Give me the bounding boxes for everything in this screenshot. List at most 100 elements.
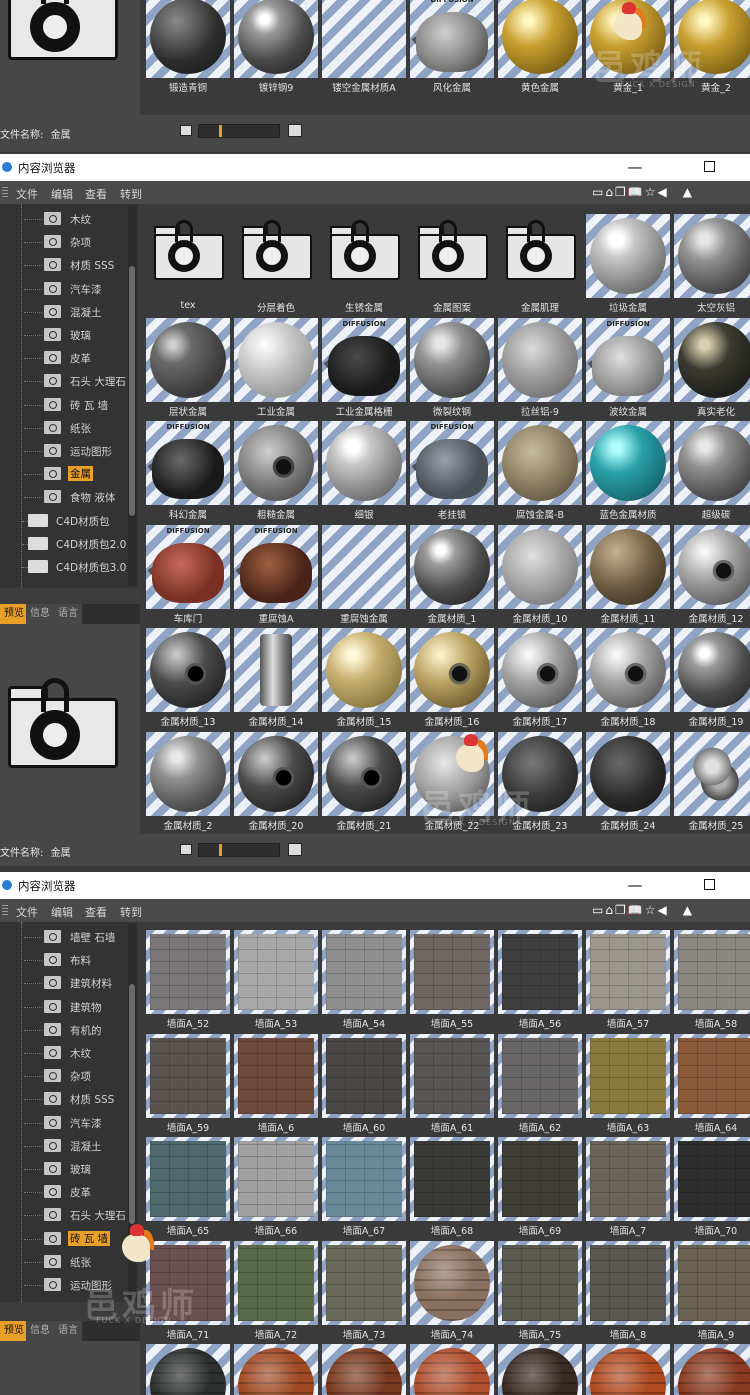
material-thumbnail[interactable] (234, 0, 318, 78)
material-thumbnail[interactable] (410, 628, 494, 712)
material-thumbnail[interactable] (586, 421, 670, 505)
material-thumbnail[interactable] (146, 1344, 230, 1395)
material-thumbnail[interactable]: DIFFUSION (146, 421, 230, 505)
material-thumbnail[interactable] (146, 317, 230, 402)
menu-view[interactable]: 查看 (85, 186, 107, 202)
back-icon[interactable]: ◀ (657, 903, 668, 917)
material-thumbnail[interactable] (234, 317, 318, 402)
material-thumbnail[interactable]: DIFFUSION (410, 0, 494, 78)
material-thumbnail[interactable] (586, 930, 670, 1014)
tab-info[interactable]: 信息 (26, 1321, 55, 1341)
menu-goto[interactable]: 转到 (120, 904, 142, 920)
tree-item[interactable]: 皮革 (0, 348, 128, 368)
tree-item[interactable]: 木纹 (0, 1043, 128, 1063)
tree-item[interactable]: 混凝土 (0, 1136, 128, 1156)
tree-item[interactable]: 汽车漆 (0, 279, 128, 299)
material-thumbnail[interactable] (146, 628, 230, 712)
tree-item[interactable]: 建筑物 (0, 997, 128, 1017)
up-icon[interactable]: ▲ (683, 903, 694, 917)
up-icon[interactable]: ▲ (683, 185, 694, 199)
tree-item[interactable]: 建筑材料 (0, 973, 128, 993)
copy-icon[interactable]: ❐ (615, 903, 628, 917)
tab-preview[interactable]: 预览 (0, 604, 29, 624)
edit-icon[interactable]: ▭ (592, 185, 605, 199)
material-thumbnail[interactable] (234, 731, 318, 816)
book-icon[interactable]: 📖 (628, 903, 645, 917)
large-thumbnail-icon[interactable] (288, 124, 302, 137)
minimize-button[interactable]: — (626, 157, 644, 177)
material-thumbnail[interactable] (410, 1033, 494, 1118)
small-thumbnail-icon[interactable] (180, 125, 192, 136)
tree-item[interactable]: 纸张 (0, 1252, 128, 1272)
material-thumbnail[interactable]: DIFFUSION (146, 524, 230, 609)
material-thumbnail[interactable] (674, 524, 750, 609)
material-thumbnail[interactable] (234, 214, 318, 298)
tree-item[interactable]: 皮革 (0, 1182, 128, 1202)
material-thumbnail[interactable] (586, 731, 670, 816)
material-thumbnail[interactable]: DIFFUSION (586, 317, 670, 402)
material-thumbnail[interactable] (410, 1344, 494, 1395)
material-thumbnail[interactable] (410, 317, 494, 402)
tree-item[interactable]: 杂项 (0, 232, 128, 252)
material-thumbnail[interactable] (674, 930, 750, 1014)
menu-edit[interactable]: 编辑 (51, 904, 73, 920)
tree-item[interactable]: 墙壁 石墙 (0, 927, 128, 947)
menu-goto[interactable]: 转到 (120, 186, 142, 202)
copy-icon[interactable]: ❐ (615, 185, 628, 199)
material-thumbnail[interactable] (322, 1344, 406, 1395)
back-icon[interactable]: ◀ (657, 185, 668, 199)
home-icon[interactable]: ⌂ (605, 185, 615, 199)
tree-item[interactable]: 石头 大理石 (0, 1205, 128, 1225)
tree-item[interactable]: 汽车漆 (0, 1113, 128, 1133)
material-thumbnail[interactable] (322, 421, 406, 505)
star-icon[interactable]: ☆ (645, 903, 658, 917)
material-thumbnail[interactable] (498, 421, 582, 505)
tree-item[interactable]: 金属 (0, 464, 128, 484)
material-thumbnail[interactable] (674, 421, 750, 505)
material-thumbnail[interactable] (410, 1137, 494, 1221)
material-thumbnail[interactable] (322, 731, 406, 816)
material-thumbnail[interactable] (498, 317, 582, 402)
material-thumbnail[interactable] (234, 1344, 318, 1395)
material-thumbnail[interactable] (674, 1033, 750, 1118)
material-thumbnail[interactable] (586, 1033, 670, 1118)
material-thumbnail[interactable] (322, 0, 406, 78)
tree-item[interactable]: 玻璃 (0, 1159, 128, 1179)
book-icon[interactable]: 📖 (628, 185, 645, 199)
home-icon[interactable]: ⌂ (605, 903, 615, 917)
material-thumbnail[interactable] (674, 1344, 750, 1395)
tree-item[interactable]: 布料 (0, 950, 128, 970)
material-thumbnail[interactable]: DIFFUSION (410, 421, 494, 505)
tab-info[interactable]: 信息 (26, 604, 55, 624)
material-thumbnail[interactable] (498, 1137, 582, 1221)
material-thumbnail[interactable] (322, 1033, 406, 1118)
tree-root-item[interactable]: C4D材质包2.0 (0, 534, 128, 554)
material-thumbnail[interactable] (234, 628, 318, 712)
material-thumbnail[interactable] (498, 1344, 582, 1395)
material-thumbnail[interactable] (674, 317, 750, 402)
material-thumbnail[interactable] (322, 524, 406, 609)
material-thumbnail[interactable] (146, 214, 230, 298)
material-thumbnail[interactable] (674, 731, 750, 816)
tree-item[interactable]: 材质 SSS (0, 1089, 128, 1109)
material-thumbnail[interactable] (146, 1033, 230, 1118)
material-thumbnail[interactable] (410, 930, 494, 1014)
tree-item[interactable]: 砖 瓦 墙 (0, 395, 128, 415)
material-thumbnail[interactable] (586, 628, 670, 712)
material-thumbnail[interactable] (234, 1137, 318, 1221)
large-thumbnail-icon[interactable] (288, 843, 302, 856)
material-thumbnail[interactable] (410, 214, 494, 298)
small-thumbnail-icon[interactable] (180, 844, 192, 855)
tree-item[interactable]: 有机的 (0, 1020, 128, 1040)
material-thumbnail[interactable] (234, 1240, 318, 1325)
tree-item[interactable]: 玻璃 (0, 325, 128, 345)
material-thumbnail[interactable] (586, 1344, 670, 1395)
material-thumbnail[interactable]: DIFFUSION (234, 524, 318, 609)
thumbnail-size-slider[interactable] (198, 124, 280, 138)
material-thumbnail[interactable] (586, 214, 670, 298)
material-thumbnail[interactable] (498, 1033, 582, 1118)
tree-item[interactable]: 木纹 (0, 209, 128, 229)
tab-language[interactable]: 语言 (54, 1321, 83, 1341)
material-thumbnail[interactable] (322, 930, 406, 1014)
star-icon[interactable]: ☆ (645, 185, 658, 199)
